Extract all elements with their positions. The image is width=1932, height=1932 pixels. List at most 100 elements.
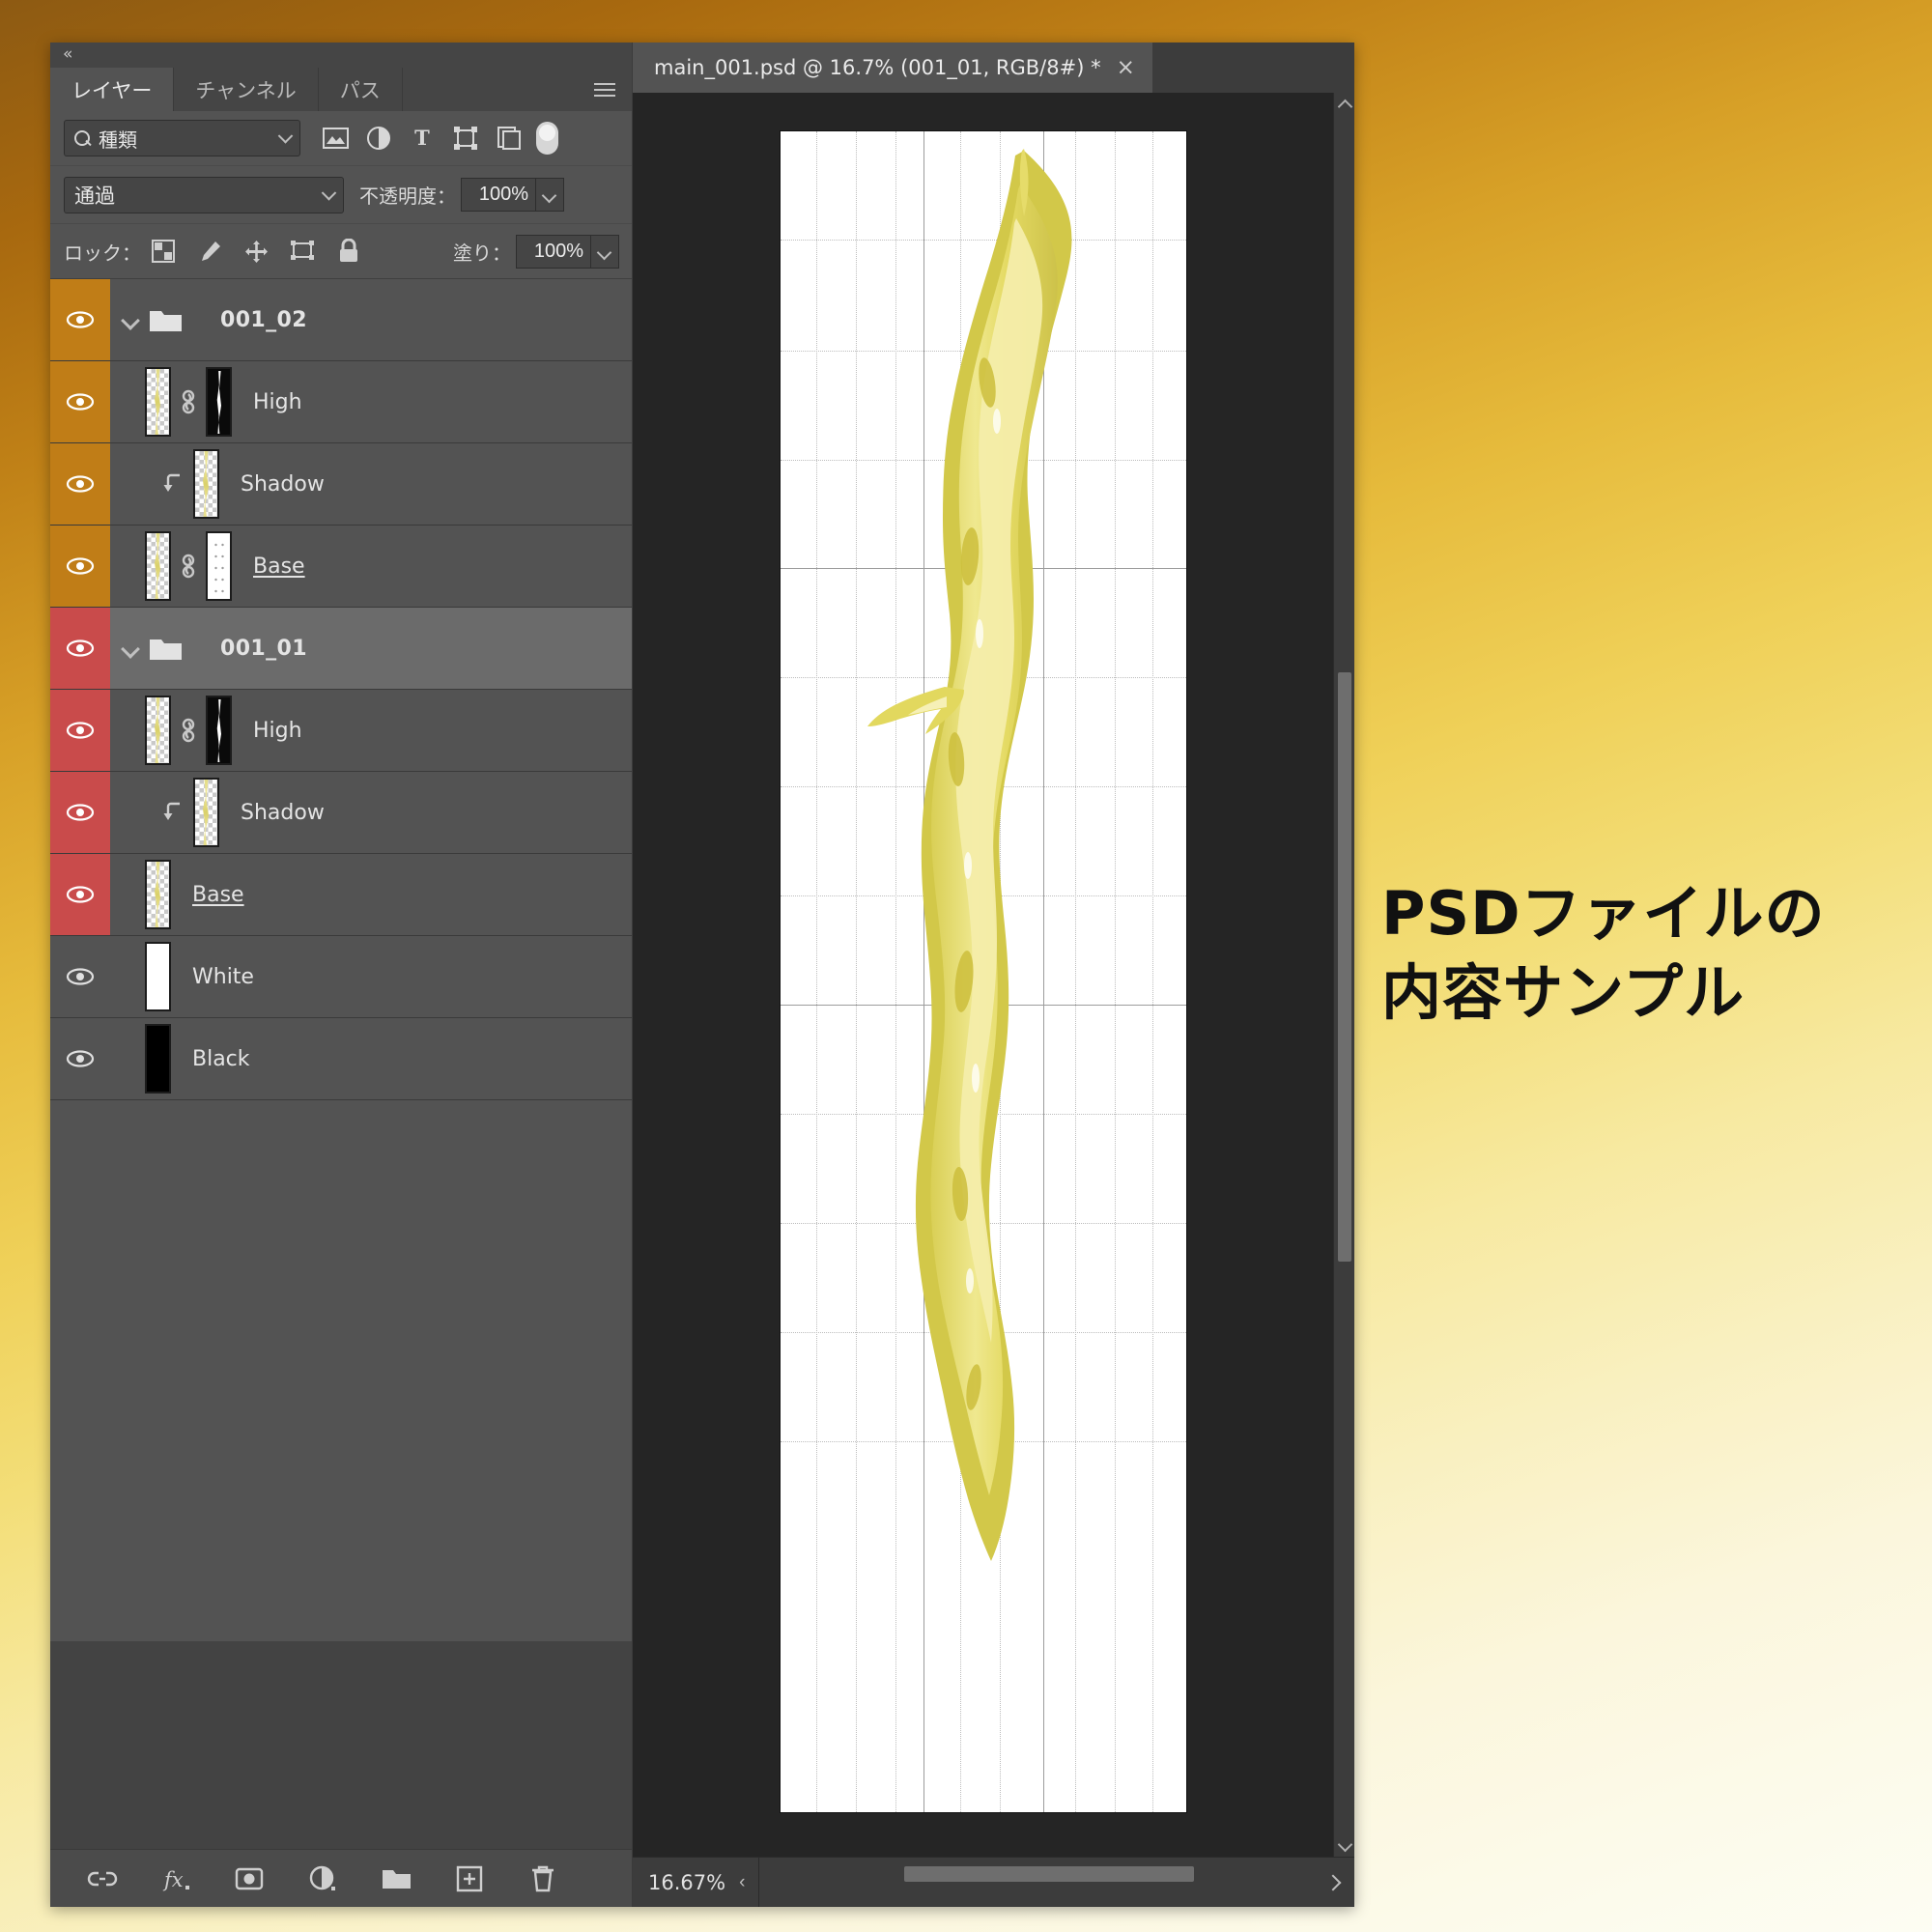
collapse-double-arrow-left-icon[interactable]: «: [63, 46, 73, 63]
panel-menu-icon[interactable]: [594, 82, 615, 97]
group-disclosure-chevron-down-icon[interactable]: [120, 309, 141, 330]
layer-name[interactable]: 001_02: [220, 308, 307, 332]
document-tab[interactable]: main_001.psd @ 16.7% (001_01, RGB/8#) * …: [633, 43, 1152, 93]
visibility-eye-icon[interactable]: [66, 639, 95, 658]
opacity-value[interactable]: 100%: [461, 178, 536, 212]
layer-row-high-001-01[interactable]: High: [50, 690, 633, 772]
layer-row-white[interactable]: White: [50, 936, 633, 1018]
delete-layer-icon[interactable]: [527, 1863, 558, 1894]
scroll-up-arrow-icon[interactable]: [1334, 93, 1354, 114]
visibility-eye-icon[interactable]: [66, 474, 95, 494]
layer-name[interactable]: High: [253, 390, 302, 414]
layer-thumbnail[interactable]: [145, 1024, 171, 1094]
layer-row-shadow-001-02[interactable]: Shadow: [50, 443, 633, 526]
layer-color-tag[interactable]: [50, 936, 110, 1017]
fill-stepper-chevron-icon[interactable]: [591, 234, 619, 269]
group-disclosure-chevron-down-icon[interactable]: [120, 638, 141, 659]
lock-position-icon[interactable]: [243, 239, 269, 264]
layer-name[interactable]: Shadow: [241, 472, 325, 497]
visibility-eye-icon[interactable]: [66, 392, 95, 412]
mask-link-icon[interactable]: [176, 387, 201, 416]
scroll-down-arrow-icon[interactable]: [1334, 1835, 1354, 1857]
layer-row-shadow-001-01[interactable]: Shadow: [50, 772, 633, 854]
layer-name[interactable]: White: [192, 965, 254, 989]
visibility-eye-icon[interactable]: [66, 967, 95, 986]
vertical-scroll-thumb[interactable]: [1338, 672, 1351, 1262]
layer-name[interactable]: Base: [253, 554, 305, 579]
shape-layer-filter-icon[interactable]: [452, 125, 479, 152]
lock-image-pixels-icon[interactable]: [197, 239, 222, 264]
canvas-wrap[interactable]: [633, 93, 1333, 1857]
zoom-level-value[interactable]: 16.67%: [633, 1871, 739, 1894]
layer-mask-thumbnail[interactable]: [206, 531, 232, 601]
filter-kind-select[interactable]: 種類: [64, 120, 300, 156]
lock-transparent-pixels-icon[interactable]: [151, 239, 176, 264]
layer-color-tag[interactable]: [50, 443, 110, 525]
new-group-icon[interactable]: [381, 1863, 412, 1894]
type-layer-filter-icon[interactable]: T: [409, 125, 436, 152]
horizontal-scroll-thumb[interactable]: [904, 1866, 1195, 1882]
layer-row-group-001-01[interactable]: 001_01: [50, 608, 633, 690]
layer-color-tag[interactable]: [50, 854, 110, 935]
layer-color-tag[interactable]: [50, 279, 110, 360]
tab-layers[interactable]: レイヤー: [50, 68, 175, 111]
layer-thumbnail[interactable]: [193, 778, 219, 847]
visibility-eye-icon[interactable]: [66, 1049, 95, 1068]
visibility-eye-icon[interactable]: [66, 721, 95, 740]
layer-color-tag[interactable]: [50, 608, 110, 689]
visibility-eye-icon[interactable]: [66, 556, 95, 576]
layer-color-tag[interactable]: [50, 772, 110, 853]
layer-color-tag[interactable]: [50, 690, 110, 771]
close-icon[interactable]: ×: [1117, 56, 1135, 79]
layer-mask-thumbnail[interactable]: [206, 696, 232, 765]
new-adjustment-layer-icon[interactable]: [307, 1863, 338, 1894]
canvas-horizontal-scrollbar[interactable]: [758, 1858, 1314, 1907]
visibility-eye-icon[interactable]: [66, 310, 95, 329]
layer-thumbnail[interactable]: [145, 367, 171, 437]
layer-name[interactable]: 001_01: [220, 637, 307, 661]
fill-value[interactable]: 100%: [516, 234, 591, 269]
mask-link-icon[interactable]: [176, 716, 201, 745]
layer-name[interactable]: Base: [192, 883, 244, 907]
chevron-right-icon[interactable]: [1314, 1858, 1354, 1907]
layer-thumbnail[interactable]: [145, 860, 171, 929]
layer-row-black[interactable]: Black: [50, 1018, 633, 1100]
canvas-page[interactable]: [780, 131, 1186, 1812]
tab-layers-label: レイヤー: [71, 78, 153, 102]
layer-thumbnail[interactable]: [145, 942, 171, 1011]
mask-link-icon[interactable]: [176, 552, 201, 581]
layer-row-body: Shadow: [110, 443, 633, 525]
chevron-left-icon[interactable]: ‹: [739, 1872, 758, 1893]
adjustment-layer-filter-icon[interactable]: [365, 125, 392, 152]
pixel-layer-filter-icon[interactable]: [322, 125, 349, 152]
visibility-eye-icon[interactable]: [66, 803, 95, 822]
layer-row-high-001-02[interactable]: High: [50, 361, 633, 443]
tab-paths[interactable]: パス: [318, 68, 403, 111]
layer-row-group-001-02[interactable]: 001_02: [50, 279, 633, 361]
canvas-vertical-scrollbar[interactable]: [1333, 93, 1354, 1857]
layer-color-tag[interactable]: [50, 361, 110, 442]
opacity-stepper-chevron-icon[interactable]: [536, 178, 564, 212]
layer-name[interactable]: Shadow: [241, 801, 325, 825]
layer-name[interactable]: Black: [192, 1047, 250, 1071]
layer-thumbnail[interactable]: [145, 531, 171, 601]
layer-row-base-001-01[interactable]: Base: [50, 854, 633, 936]
layer-color-tag[interactable]: [50, 1018, 110, 1099]
layer-color-tag[interactable]: [50, 526, 110, 607]
layer-style-fx-icon[interactable]: fx: [160, 1863, 191, 1894]
layer-mask-thumbnail[interactable]: [206, 367, 232, 437]
layer-name[interactable]: High: [253, 719, 302, 743]
link-layers-icon[interactable]: [87, 1863, 118, 1894]
lock-all-icon[interactable]: [336, 239, 361, 264]
filter-enable-toggle[interactable]: [536, 122, 558, 155]
layer-row-base-001-02[interactable]: Base: [50, 526, 633, 608]
new-layer-icon[interactable]: [454, 1863, 485, 1894]
lock-artboard-nesting-icon[interactable]: [290, 239, 315, 264]
smart-object-filter-icon[interactable]: [496, 125, 523, 152]
tab-channels[interactable]: チャンネル: [174, 68, 319, 111]
add-layer-mask-icon[interactable]: [234, 1863, 265, 1894]
blend-mode-select[interactable]: 通過: [64, 176, 344, 213]
layer-thumbnail[interactable]: [193, 449, 219, 519]
visibility-eye-icon[interactable]: [66, 885, 95, 904]
layer-thumbnail[interactable]: [145, 696, 171, 765]
